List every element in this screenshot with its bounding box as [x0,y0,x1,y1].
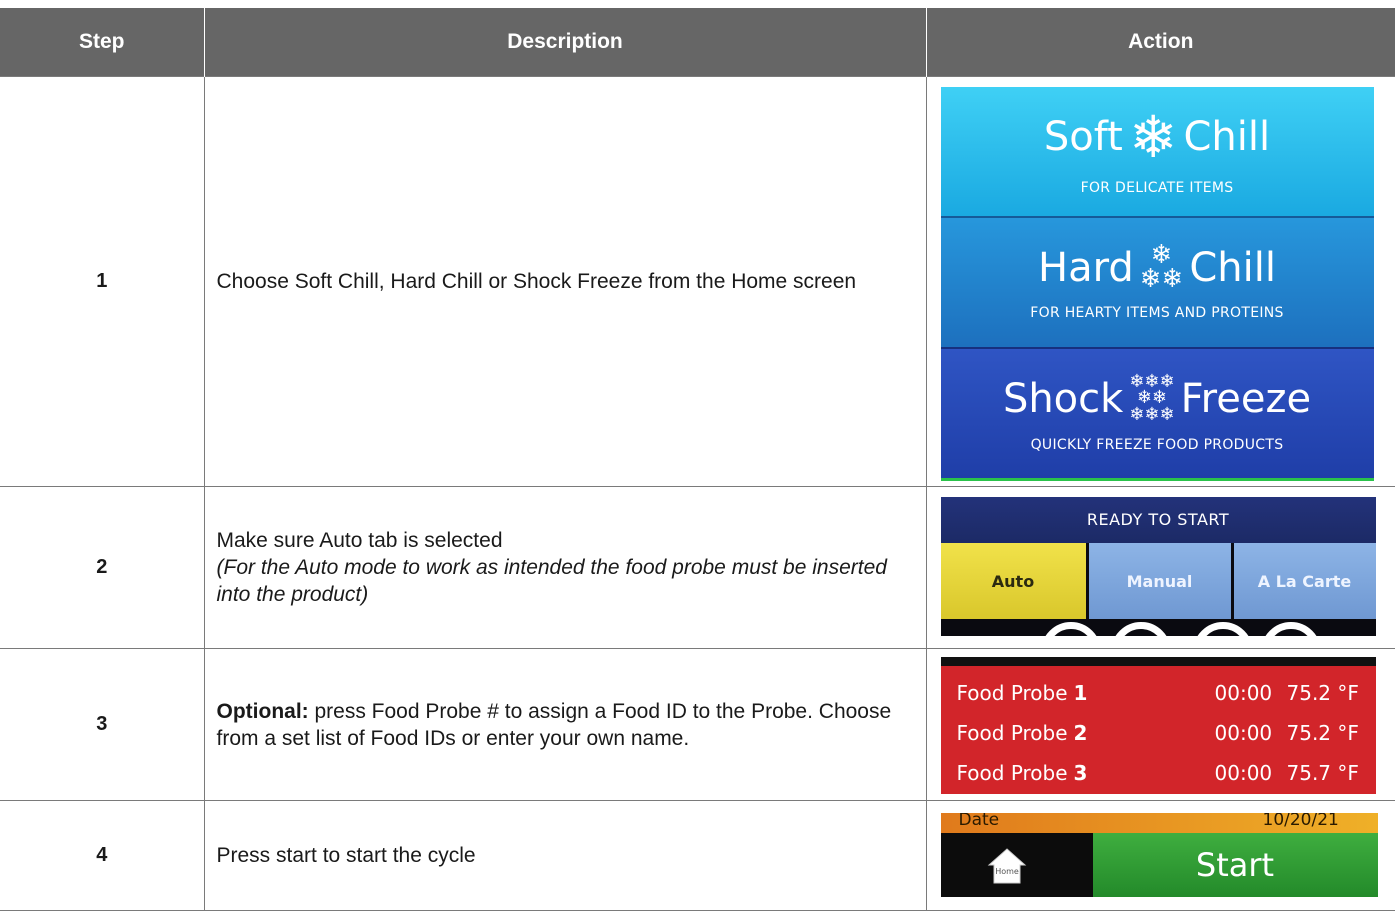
snowflake-icon: ❄ ❄❄ [1139,240,1184,294]
description-text: press Food Probe # to assign a Food ID t… [216,699,892,750]
description-text: Make sure Auto tab is selected [216,529,503,552]
home-icon: Home [987,848,1026,884]
food-probe-row[interactable]: Food Probe 3 00:00 75.7 °F [941,753,1376,793]
step-description: Optional: press Food Probe # to assign a… [203,648,927,801]
mode-word: Chill [1189,244,1276,291]
mode-word: Chill [1183,113,1271,160]
step-description: Press start to start the cycle [203,800,927,911]
status-text: READY TO START [940,497,1376,543]
home-label: Home [995,867,1019,876]
step-number: 4 [0,800,205,911]
probe-label: Food Probe [956,681,1068,705]
timer-digit-fragment [1110,622,1171,636]
step-description: Make sure Auto tab is selected (For the … [203,486,927,649]
mode-subtitle: FOR HEARTY ITEMS AND PROTEINS [1030,304,1284,321]
date-label: Date [958,813,1000,830]
description-text: Choose Soft Chill, Hard Chill or Shock F… [216,270,857,293]
table-header-row: Step Description Action [0,8,1395,77]
header-strip [940,657,1376,666]
description-note: (For the Auto mode to work as intended t… [216,556,887,606]
tab-a-la-carte[interactable]: A La Carte [1233,543,1376,619]
hard-chill-button[interactable]: Hard ❄ ❄❄ Chill FOR HEARTY ITEMS AND PROT… [940,216,1374,347]
step-description: Choose Soft Chill, Hard Chill or Shock F… [203,76,927,487]
table-row: 1 Choose Soft Chill, Hard Chill or Shock… [0,76,1395,487]
start-button[interactable]: Start [1092,833,1378,897]
tab-auto[interactable]: Auto [940,543,1086,619]
probe-number: 3 [1073,761,1088,785]
home-screen-image: Soft ❄ Chill FOR DELICATE ITEMS Hard ❄ ❄❄ [940,87,1374,481]
mode-subtitle: FOR DELICATE ITEMS [1080,179,1234,196]
probe-temp: 75.2 °F [1286,721,1359,745]
table-row: 4 Press start to start the cycle Date 10… [0,800,1395,911]
probe-time: 00:00 [1214,761,1273,785]
description-bold: Optional: [216,699,309,723]
snowflake-icon: ❄ [1128,102,1178,171]
mode-tabs-image: READY TO START Auto Manual A La Carte [940,497,1376,636]
procedure-table: Step Description Action 1 Choose Soft Ch… [0,8,1395,911]
action-cell: Soft ❄ Chill FOR DELICATE ITEMS Hard ❄ ❄❄ [925,76,1395,487]
header-step: Step [0,8,205,77]
date-value: 10/20/21 [1262,813,1339,830]
probe-temp: 75.2 °F [1286,681,1359,705]
step-number: 2 [0,486,205,649]
timer-digit-fragment [1260,622,1321,636]
probe-label: Food Probe [956,721,1068,745]
home-button[interactable]: Home [987,847,1027,885]
date-bar: Date 10/20/21 [940,813,1378,833]
probe-time: 00:00 [1214,721,1273,745]
probe-temp: 75.7 °F [1286,761,1359,785]
food-probe-row[interactable]: Food Probe 1 00:00 75.2 °F [941,673,1376,713]
timer-digit-fragment [1040,622,1101,636]
timer-digit-fragment [1192,622,1253,636]
header-action: Action [926,8,1395,77]
description-text: Press start to start the cycle [216,844,476,867]
probe-number: 1 [1073,681,1088,705]
step-number: 3 [0,648,205,801]
action-cell: READY TO START Auto Manual A La Carte [925,486,1395,649]
mode-word: Shock [1002,375,1124,422]
start-screen-image: Date 10/20/21 Home Start [940,813,1378,897]
probe-label: Food Probe [956,761,1068,785]
mode-word: Freeze [1180,375,1312,422]
table-row: 3 Optional: press Food Probe # to assign… [0,648,1395,801]
step-number: 1 [0,76,205,487]
food-probe-row[interactable]: Food Probe 2 00:00 75.2 °F [941,713,1376,753]
action-cell: Food Probe 1 00:00 75.2 °F Food Probe 2 00… [925,648,1395,801]
tab-manual[interactable]: Manual [1088,543,1231,619]
table-row: 2 Make sure Auto tab is selected (For th… [0,486,1395,649]
mode-word: Soft [1043,113,1123,160]
header-description: Description [204,8,927,77]
food-probe-image: Food Probe 1 00:00 75.2 °F Food Probe 2 00… [940,657,1376,794]
mode-word: Hard [1038,244,1134,291]
snowflake-icon: ❄❄❄ ❄❄ ❄❄❄ [1129,371,1175,425]
probe-number: 2 [1073,721,1088,745]
shock-freeze-button[interactable]: Shock ❄❄❄ ❄❄ ❄❄❄ Freeze QUICKLY FREEZE FOO… [940,347,1374,481]
soft-chill-button[interactable]: Soft ❄ Chill FOR DELICATE ITEMS [940,87,1374,216]
probe-time: 00:00 [1214,681,1273,705]
action-cell: Date 10/20/21 Home Start [925,800,1395,911]
mode-subtitle: QUICKLY FREEZE FOOD PRODUCTS [1030,436,1284,453]
